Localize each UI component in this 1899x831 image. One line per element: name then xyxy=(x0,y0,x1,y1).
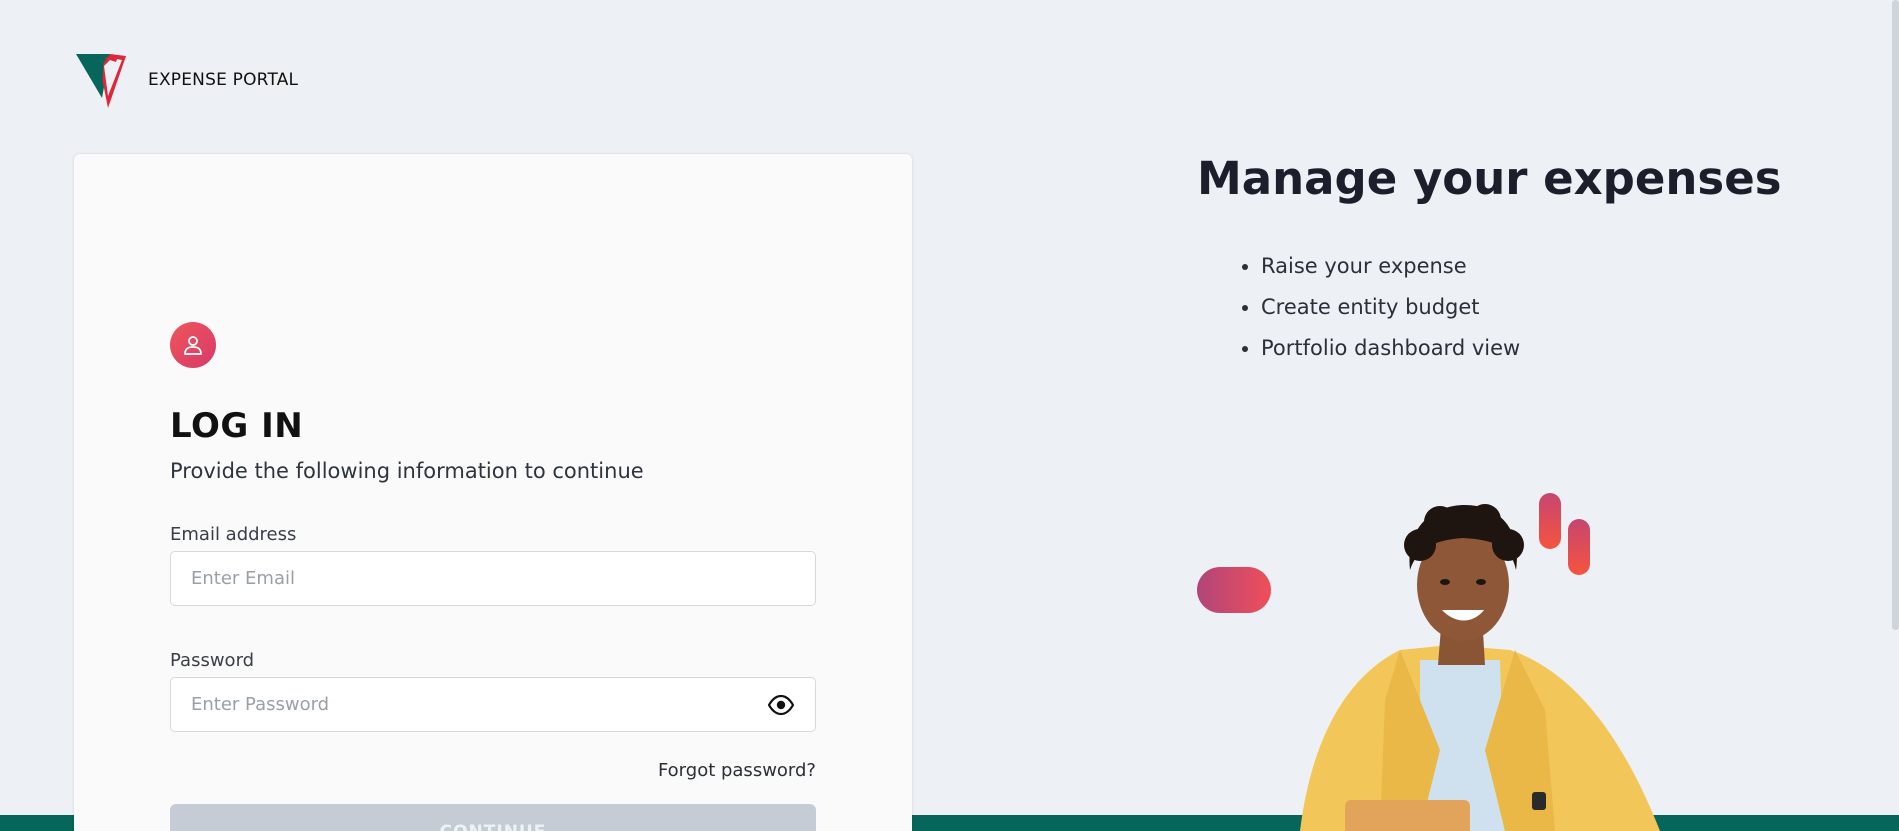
eye-icon xyxy=(768,695,794,715)
feature-list: Raise your expense Create entity budget … xyxy=(1237,246,1520,369)
decorative-pill xyxy=(1197,567,1271,613)
email-label: Email address xyxy=(170,524,297,545)
password-field[interactable] xyxy=(171,678,815,731)
brand[interactable]: EXPENSE PORTAL xyxy=(74,52,298,108)
login-page: EXPENSE PORTAL LOG IN Provide the follow… xyxy=(0,0,1899,831)
forgot-password-link[interactable]: Forgot password? xyxy=(658,760,816,781)
feature-item: Raise your expense xyxy=(1261,246,1520,287)
user-icon xyxy=(184,336,202,355)
password-label: Password xyxy=(170,650,255,671)
login-card: LOG IN Provide the following information… xyxy=(74,154,912,831)
hero-person-illustration xyxy=(1300,504,1660,831)
logo-icon xyxy=(76,54,126,108)
user-badge xyxy=(170,322,216,368)
feature-item: Portfolio dashboard view xyxy=(1261,328,1520,369)
toggle-password-visibility-button[interactable] xyxy=(767,693,795,717)
login-title: LOG IN xyxy=(170,406,304,446)
password-field-wrapper xyxy=(170,677,816,732)
continue-button[interactable]: CONTINUE xyxy=(170,804,816,831)
login-subtitle: Provide the following information to con… xyxy=(170,459,644,483)
hero-title: Manage your expenses xyxy=(1197,152,1782,205)
email-field-wrapper xyxy=(170,551,816,606)
scrollbar[interactable] xyxy=(1892,0,1899,630)
email-field[interactable] xyxy=(171,552,815,605)
brand-name: EXPENSE PORTAL xyxy=(148,70,299,90)
feature-item: Create entity budget xyxy=(1261,287,1520,328)
